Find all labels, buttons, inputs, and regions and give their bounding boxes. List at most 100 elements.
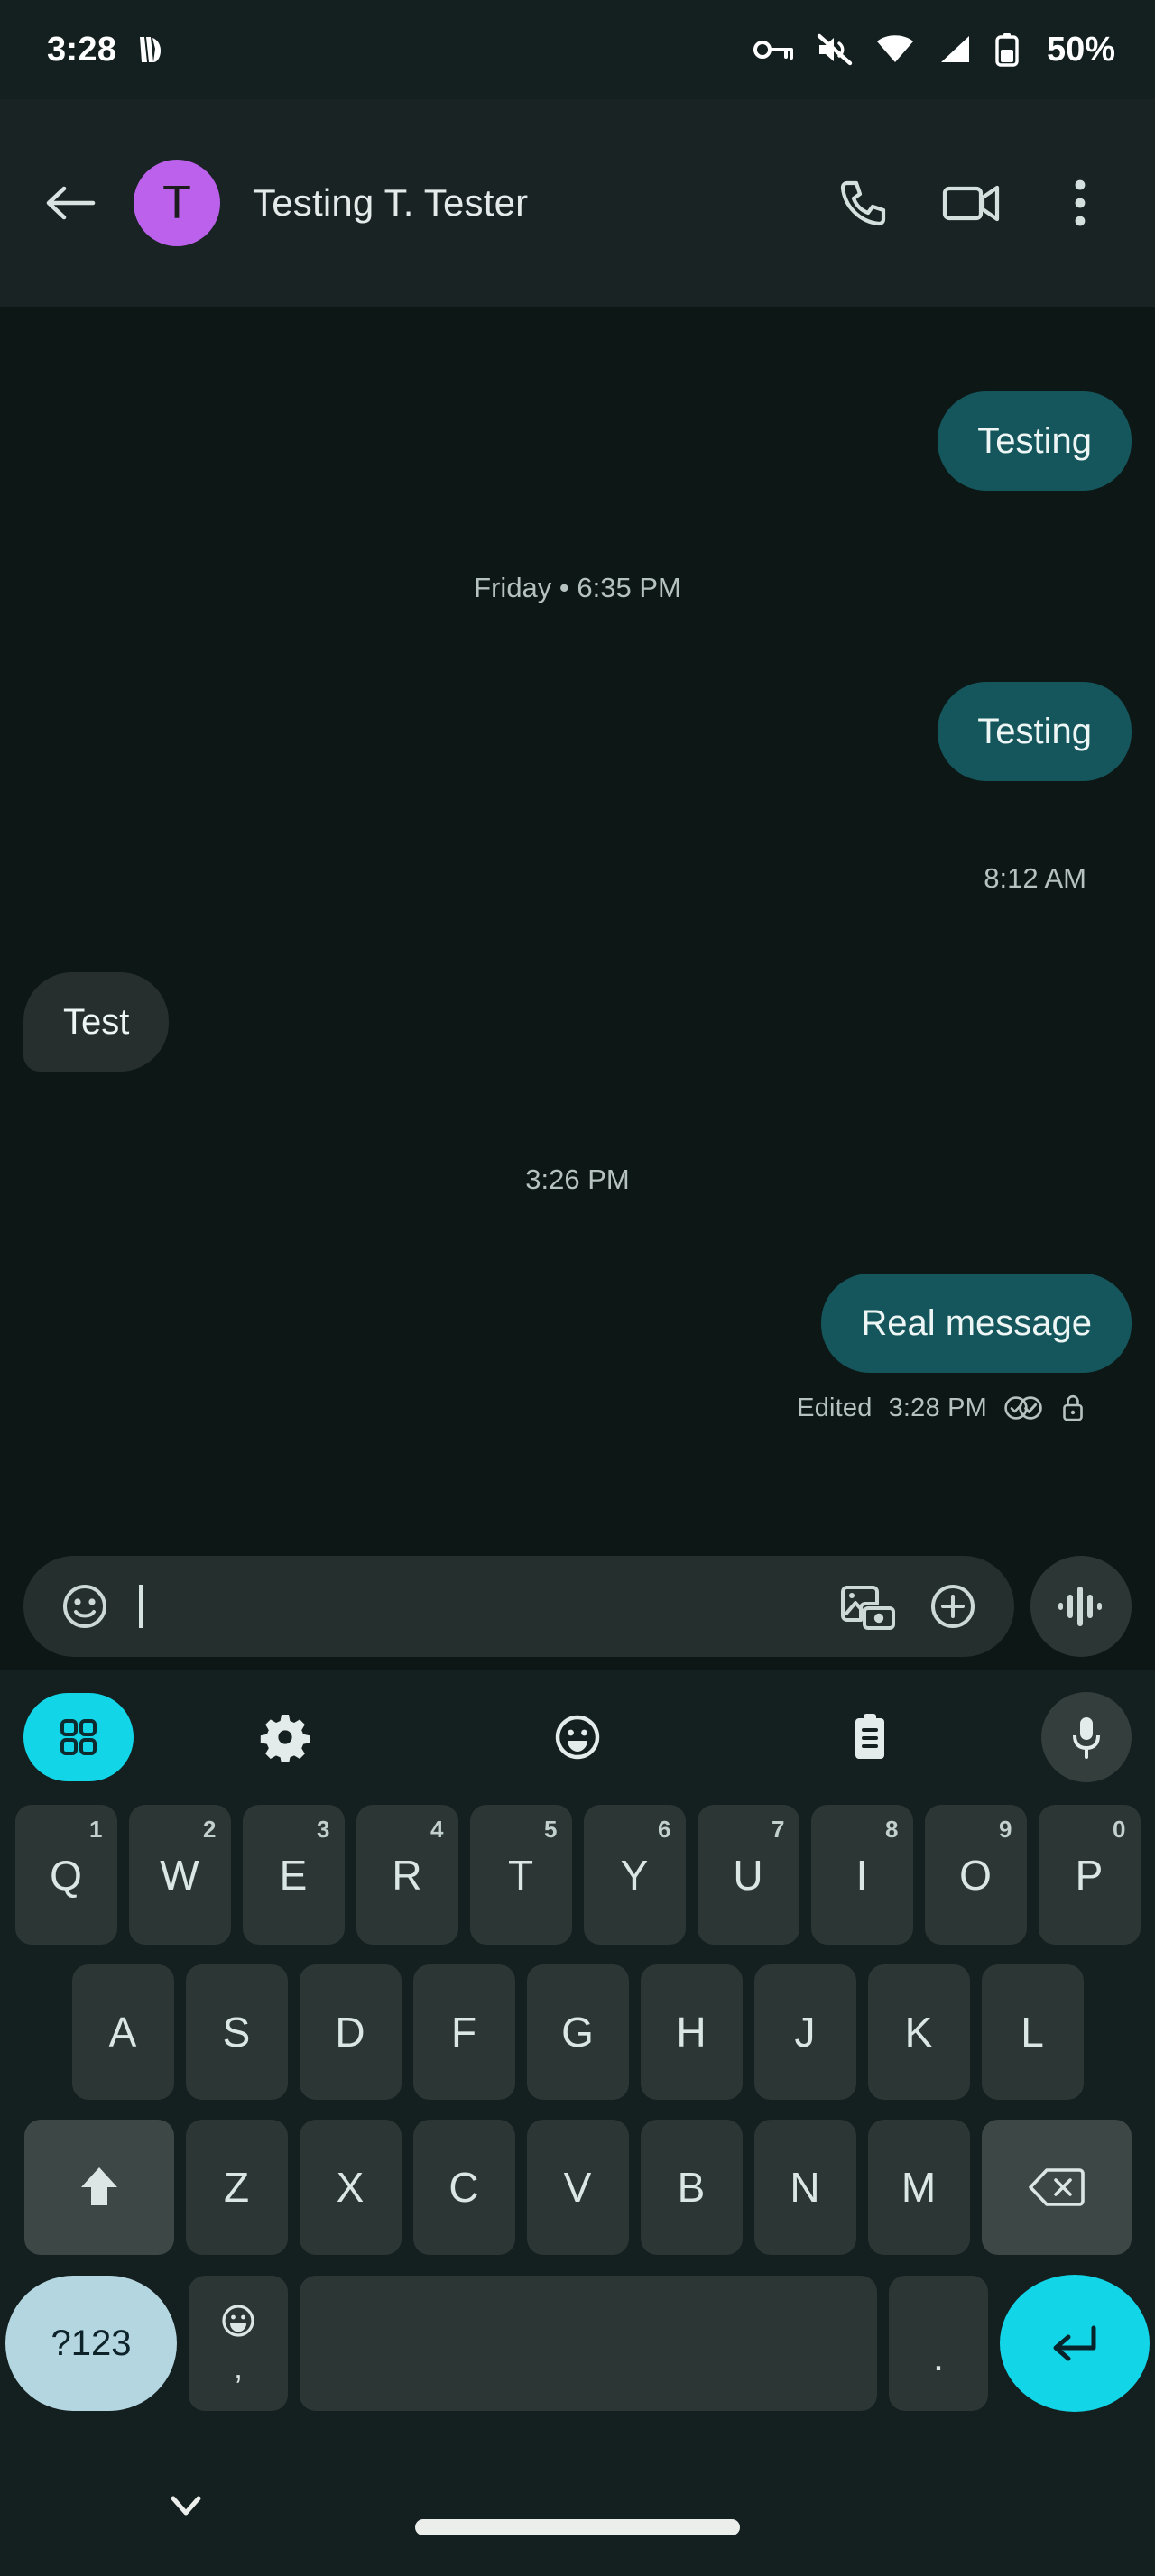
keyboard-row-2: A S D F G H J K L	[0, 1964, 1155, 2100]
toolbar-settings-button[interactable]	[139, 1712, 431, 1762]
emoji-face-icon	[220, 2303, 256, 2339]
emoji-key[interactable]: ,	[189, 2276, 288, 2411]
key-o[interactable]: 9O	[924, 1805, 1027, 1945]
key-t[interactable]: 5T	[469, 1805, 572, 1945]
app-bar: T Testing T. Tester	[0, 99, 1155, 307]
volume-muted-icon	[816, 32, 854, 67]
enter-key[interactable]	[1000, 2275, 1150, 2412]
toolbar-mic-button[interactable]	[1016, 1692, 1132, 1782]
message-row: Testing	[23, 682, 1132, 781]
key-y[interactable]: 6Y	[583, 1805, 686, 1945]
key-label: I	[855, 1851, 868, 1899]
key-i[interactable]: 8I	[810, 1805, 913, 1945]
message-list[interactable]: Testing Friday • 6:35 PM Testing 8:12 AM…	[0, 307, 1155, 1543]
key-number: 1	[89, 1816, 103, 1843]
message-bubble-outgoing[interactable]: Testing	[938, 391, 1132, 491]
shift-key[interactable]	[23, 2120, 174, 2255]
home-gesture-bar[interactable]	[415, 2519, 740, 2535]
key-label: W	[160, 1851, 199, 1899]
keyboard-toolbar	[0, 1670, 1155, 1805]
key-q[interactable]: 1Q	[14, 1805, 117, 1945]
key-f[interactable]: F	[412, 1964, 515, 2100]
lock-icon	[1061, 1394, 1085, 1422]
key-label: R	[392, 1851, 422, 1899]
key-c[interactable]: C	[412, 2120, 515, 2255]
key-label: P	[1075, 1851, 1104, 1899]
key-h[interactable]: H	[640, 1964, 743, 2100]
key-s[interactable]: S	[185, 1964, 288, 2100]
dismiss-keyboard-button[interactable]	[159, 2479, 213, 2533]
space-key[interactable]	[300, 2276, 877, 2411]
key-m[interactable]: M	[867, 2120, 970, 2255]
key-w[interactable]: 2W	[128, 1805, 231, 1945]
message-input-container[interactable]	[23, 1556, 1014, 1657]
key-u[interactable]: 7U	[697, 1805, 799, 1945]
app-bar-actions	[832, 171, 1119, 235]
timestamp-divider: Friday • 6:35 PM	[474, 572, 681, 603]
message-time: 3:28 PM	[888, 1393, 987, 1422]
key-number: 3	[317, 1816, 330, 1843]
notification-app-icon	[136, 34, 163, 65]
avatar[interactable]: T	[134, 160, 220, 246]
message-bubble-outgoing[interactable]: Testing	[938, 682, 1132, 781]
key-z[interactable]: Z	[185, 2120, 288, 2255]
message-bubble-outgoing[interactable]: Real message	[821, 1274, 1132, 1373]
message-row: Real message	[23, 1274, 1132, 1373]
message-bubble-incoming[interactable]: Test	[23, 972, 170, 1072]
key-number: 4	[430, 1816, 444, 1843]
key-e[interactable]: 3E	[242, 1805, 345, 1945]
battery-percent-label: 50%	[1046, 30, 1115, 69]
key-n[interactable]: N	[753, 2120, 856, 2255]
key-label: T	[507, 1851, 534, 1899]
double-check-icon	[1003, 1393, 1045, 1423]
key-p[interactable]: 0P	[1038, 1805, 1141, 1945]
comma-label: ,	[233, 2349, 243, 2386]
backspace-key[interactable]	[981, 2120, 1132, 2255]
phone-screen: 3:28 50% T Testing T. Tester Testing Fri…	[0, 0, 1155, 2576]
status-bar-right: 50%	[753, 31, 1115, 69]
gallery-camera-icon[interactable]	[837, 1576, 899, 1637]
key-g[interactable]: G	[526, 1964, 629, 2100]
key-number: 5	[544, 1816, 558, 1843]
composer-bar	[0, 1543, 1155, 1670]
toolbar-emoji-button[interactable]	[431, 1713, 724, 1762]
back-arrow-icon	[46, 186, 96, 220]
key-a[interactable]: A	[71, 1964, 174, 2100]
period-key[interactable]: .	[889, 2276, 988, 2411]
emoji-smiley-icon[interactable]	[54, 1576, 116, 1637]
microphone-icon	[1041, 1692, 1132, 1782]
voice-message-button[interactable]	[1030, 1556, 1132, 1657]
enter-return-icon	[1049, 2321, 1101, 2366]
key-number: 6	[658, 1816, 671, 1843]
page-title[interactable]: Testing T. Tester	[253, 181, 832, 225]
key-j[interactable]: J	[753, 1964, 856, 2100]
key-label: U	[733, 1851, 763, 1899]
key-d[interactable]: D	[299, 1964, 402, 2100]
avatar-initial: T	[162, 177, 191, 229]
back-button[interactable]	[27, 160, 114, 246]
key-x[interactable]: X	[299, 2120, 402, 2255]
key-v[interactable]: V	[526, 2120, 629, 2255]
key-r[interactable]: 4R	[356, 1805, 458, 1945]
symbols-key[interactable]: ?123	[5, 2276, 177, 2411]
voice-waveform-icon	[1056, 1580, 1106, 1633]
emoji-face-icon	[553, 1713, 602, 1762]
toolbar-clipboard-button[interactable]	[724, 1712, 1016, 1762]
virtual-keyboard: 1Q 2W 3E 4R 5T 6Y 7U 8I 9O 0P A S D F G …	[0, 1670, 1155, 2435]
vpn-key-icon	[753, 34, 794, 65]
plus-circle-icon[interactable]	[922, 1576, 984, 1637]
key-label: Q	[50, 1851, 82, 1899]
phone-call-button[interactable]	[832, 171, 895, 235]
toolbar-apps-button[interactable]	[23, 1693, 139, 1781]
key-l[interactable]: L	[981, 1964, 1084, 2100]
battery-icon	[994, 32, 1020, 67]
overflow-menu-button[interactable]	[1049, 171, 1112, 235]
key-k[interactable]: K	[867, 1964, 970, 2100]
message-status-row: Edited 3:28 PM	[23, 1393, 1132, 1423]
keyboard-row-4: ?123 , .	[0, 2275, 1155, 2412]
key-b[interactable]: B	[640, 2120, 743, 2255]
message-row: Testing	[23, 391, 1132, 491]
timestamp-divider: 8:12 AM	[984, 862, 1086, 894]
video-call-button[interactable]	[940, 171, 1003, 235]
status-bar-left: 3:28	[47, 31, 163, 69]
